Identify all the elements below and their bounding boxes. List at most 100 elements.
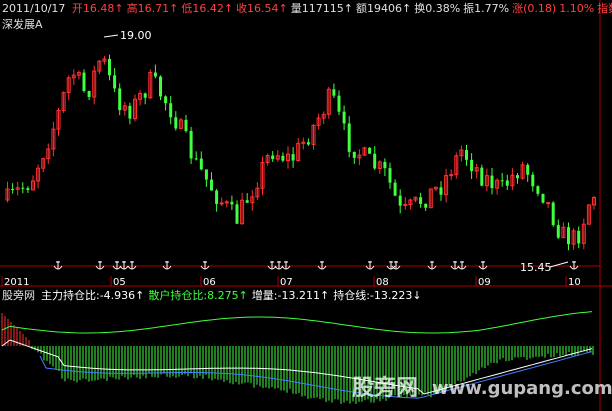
candle-body-down <box>159 76 162 97</box>
quote-item: 开16.48↑ <box>71 2 124 15</box>
candle-body-down <box>424 203 428 208</box>
chart-canvas[interactable]: 2011 05 06 07 08 09 10 19.00 15.45 股旁网 www.gup… <box>0 0 612 411</box>
candle-body-down <box>516 175 519 179</box>
candle-body-down <box>393 182 397 196</box>
low-annotation: 15.45 <box>520 261 569 274</box>
indicator-items: 主力持仓比:-4.936↑ 散户持仓比:8.275↑ 增量:-13.211↑ 持仓线:… <box>41 289 426 302</box>
candle-body-down <box>169 103 173 118</box>
candle-body-down <box>118 88 122 111</box>
time-label: 06 <box>203 277 216 288</box>
time-label: 2011 <box>4 277 29 288</box>
quote-item: 低16.42↑ <box>181 2 234 15</box>
candle-body-down <box>204 169 208 180</box>
candle-body-down <box>419 197 423 204</box>
quote-bar: 2011/10/17 开16.48↑ 高16.71↑ 低16.42↑ 收16.54↑ 量… <box>2 2 612 15</box>
time-label: 08 <box>376 277 389 288</box>
candle-body-down <box>536 186 540 194</box>
low-price-label: 15.45 <box>520 261 552 274</box>
quote-item: 换0.38% <box>414 2 461 15</box>
candle-body-down <box>153 72 157 77</box>
indicator-item: 主力持仓比:-4.936↑ <box>41 289 145 302</box>
quote-item: 量117115↑ <box>290 2 353 15</box>
candle-body-down <box>199 158 203 170</box>
event-markers[interactable] <box>53 261 579 270</box>
quote-item: 收16.54↑ <box>236 2 288 15</box>
watermark: 股旁网 www.gupang.com <box>352 375 612 401</box>
candle-body-down <box>556 225 560 238</box>
candle-body-down <box>541 193 545 203</box>
candle-body-down <box>577 230 581 244</box>
quote-item: 1.10% <box>559 2 595 15</box>
watermark-cn: 股旁网 <box>352 375 418 401</box>
candle-body-down <box>245 200 249 203</box>
candle-body-down <box>470 159 474 172</box>
candle-body-down <box>526 164 530 175</box>
candle-body-down <box>337 95 341 112</box>
candle-body-down <box>189 130 193 159</box>
stock-chart-window: 2011 05 06 07 08 09 10 19.00 15.45 股旁网 www.gup… <box>0 0 612 411</box>
candle-body-down <box>465 150 468 160</box>
candle-body-down <box>551 202 555 226</box>
high-leader-line <box>103 34 119 38</box>
candle-body-down <box>143 93 147 98</box>
high-annotation: 19.00 <box>103 29 152 42</box>
candle-body-down <box>230 201 234 205</box>
candle-body-down <box>113 75 117 89</box>
quote-item: 指数 <box>597 2 612 15</box>
candle-body-down <box>184 119 188 131</box>
candle-body-down <box>439 187 443 195</box>
indicator-site: 股旁网 <box>2 289 35 302</box>
candle-body-down <box>271 155 275 160</box>
candle-body-down <box>388 168 392 183</box>
stock-name[interactable]: 深发展A <box>2 18 43 31</box>
candle-body-down <box>490 175 494 189</box>
candle-body-down <box>26 188 30 190</box>
candle-body-down <box>352 151 356 158</box>
candle-body-down <box>235 204 239 224</box>
candle-body-down <box>215 190 219 204</box>
indicator-title-bar: 股旁网 主力持仓比:-4.936↑ 散户持仓比:8.275↑ 增量:-13.211↑ 持… <box>2 289 426 302</box>
time-label: 10 <box>568 277 581 288</box>
candle-body-down <box>194 158 198 160</box>
retail-ratio-line <box>1 311 593 334</box>
quote-item: 高16.71↑ <box>126 2 179 15</box>
candle-body-down <box>87 91 91 98</box>
candle-body-down <box>164 96 168 104</box>
time-label: 05 <box>113 277 126 288</box>
indicator-item: 散户持仓比:8.275↑ <box>148 289 248 302</box>
candle-body-down <box>383 161 387 169</box>
candle-body-down <box>531 174 535 187</box>
candle-body-down <box>128 105 132 119</box>
high-price-label: 19.00 <box>120 29 152 42</box>
candle-body-down <box>174 117 178 129</box>
candle-body-down <box>210 179 213 191</box>
candle-body-up <box>449 174 454 177</box>
quote-item: 额19406↑ <box>356 2 412 15</box>
candle-body-down <box>281 155 285 161</box>
candle-body-down <box>567 227 570 245</box>
candle-body-down <box>21 187 25 189</box>
candle-body-down <box>368 147 372 154</box>
candle-body-up <box>546 202 551 205</box>
time-label: 09 <box>478 277 491 288</box>
candle-body-down <box>11 189 15 191</box>
candle-body-up <box>219 202 224 205</box>
candle-body-down <box>505 180 509 186</box>
watermark-url: www.gupang.com <box>432 378 612 399</box>
candle-body-down <box>347 123 351 152</box>
time-label: 07 <box>280 277 293 288</box>
candle-body-down <box>82 72 86 92</box>
quote-date: 2011/10/17 <box>2 2 66 15</box>
quote-item: 振1.77% <box>463 2 510 15</box>
candle-body-down <box>480 167 484 186</box>
candle-body-down <box>108 58 111 76</box>
quote-item: 涨(0.18) <box>512 2 557 15</box>
candle-body-down <box>306 142 310 145</box>
indicator-item: 增量:-13.211↑ <box>251 289 330 302</box>
candle-body-down <box>398 195 402 206</box>
candle-body-down <box>332 89 336 96</box>
candlestick-layer <box>5 54 596 251</box>
candle-body-down <box>291 154 295 161</box>
indicator-item: 持仓线:-13.223↓ <box>333 289 422 302</box>
candle-body-down <box>342 111 346 124</box>
